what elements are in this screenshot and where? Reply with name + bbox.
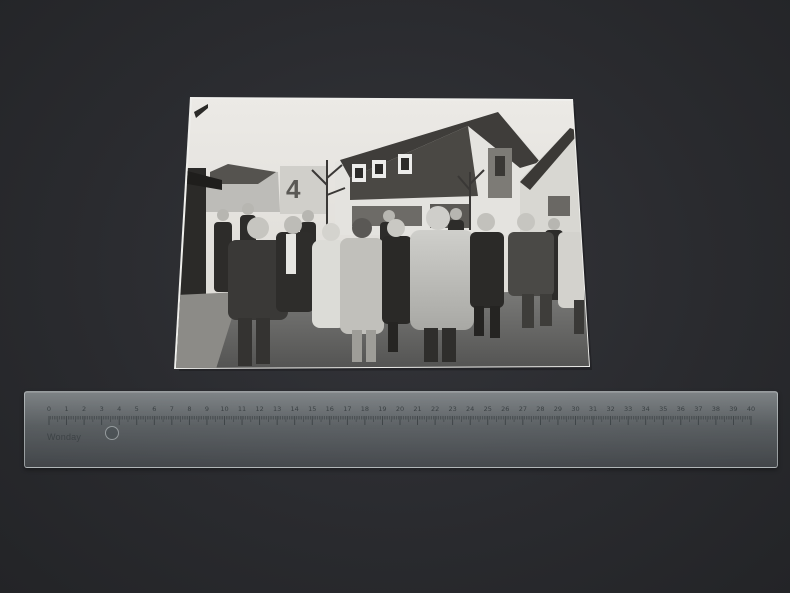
scene: 4 0 1 2 3 4 5 6 7 8 9 10 11 12 13 14 15 … — [0, 0, 790, 593]
photo-image: 4 — [176, 99, 589, 368]
ruler-number: 3 — [100, 405, 104, 413]
ruler-number: 28 — [536, 405, 544, 413]
ruler-number: 1 — [64, 405, 68, 413]
ruler-number: 37 — [694, 405, 702, 413]
ruler-number: 11 — [238, 405, 246, 413]
ruler-number: 6 — [152, 405, 156, 413]
ruler-number: 40 — [747, 405, 755, 413]
ruler-number: 18 — [361, 405, 369, 413]
ruler-number: 5 — [135, 405, 139, 413]
ruler-number: 9 — [205, 405, 209, 413]
ruler-number: 29 — [554, 405, 562, 413]
ruler-hang-hole — [105, 426, 119, 440]
building-sign-number: 4 — [286, 174, 301, 204]
transparent-ruler: 0 1 2 3 4 5 6 7 8 9 10 11 12 13 14 15 16 17 18 19 20 21 22 23 24… — [24, 391, 778, 468]
ruler-number: 26 — [501, 405, 509, 413]
ruler-number: 4 — [117, 405, 121, 413]
ruler-number: 35 — [659, 405, 667, 413]
ruler-brand-label: Wonday — [47, 432, 82, 442]
ruler-number: 30 — [571, 405, 579, 413]
ruler-number: 39 — [729, 405, 737, 413]
ruler-number: 25 — [484, 405, 492, 413]
ruler-scale: 0 1 2 3 4 5 6 7 8 9 10 11 12 13 14 15 16 17 18 19 20 21 22 23 24… — [47, 405, 755, 425]
ruler-number: 16 — [326, 405, 334, 413]
ruler-number: 22 — [431, 405, 439, 413]
ruler-number: 2 — [82, 405, 86, 413]
ruler-number: 17 — [343, 405, 351, 413]
ruler-number: 7 — [170, 405, 174, 413]
ruler-number: 27 — [519, 405, 527, 413]
photograph-print: 4 — [174, 97, 592, 371]
ruler-number: 34 — [642, 405, 650, 413]
ruler-number: 21 — [413, 405, 421, 413]
ruler-number: 8 — [187, 405, 191, 413]
ruler-number: 15 — [308, 405, 316, 413]
ruler-number: 38 — [712, 405, 720, 413]
ruler-number: 13 — [273, 405, 281, 413]
ruler-number: 23 — [449, 405, 457, 413]
ruler-number: 14 — [291, 405, 299, 413]
ruler-number: 33 — [624, 405, 632, 413]
ruler-number: 24 — [466, 405, 474, 413]
ruler-number: 20 — [396, 405, 404, 413]
ruler-number: 19 — [378, 405, 386, 413]
ruler-number: 32 — [606, 405, 614, 413]
ruler-number: 0 — [47, 405, 51, 413]
ruler-number: 31 — [589, 405, 597, 413]
ruler-number: 12 — [255, 405, 263, 413]
ruler-number: 36 — [677, 405, 685, 413]
ruler-number: 10 — [220, 405, 228, 413]
